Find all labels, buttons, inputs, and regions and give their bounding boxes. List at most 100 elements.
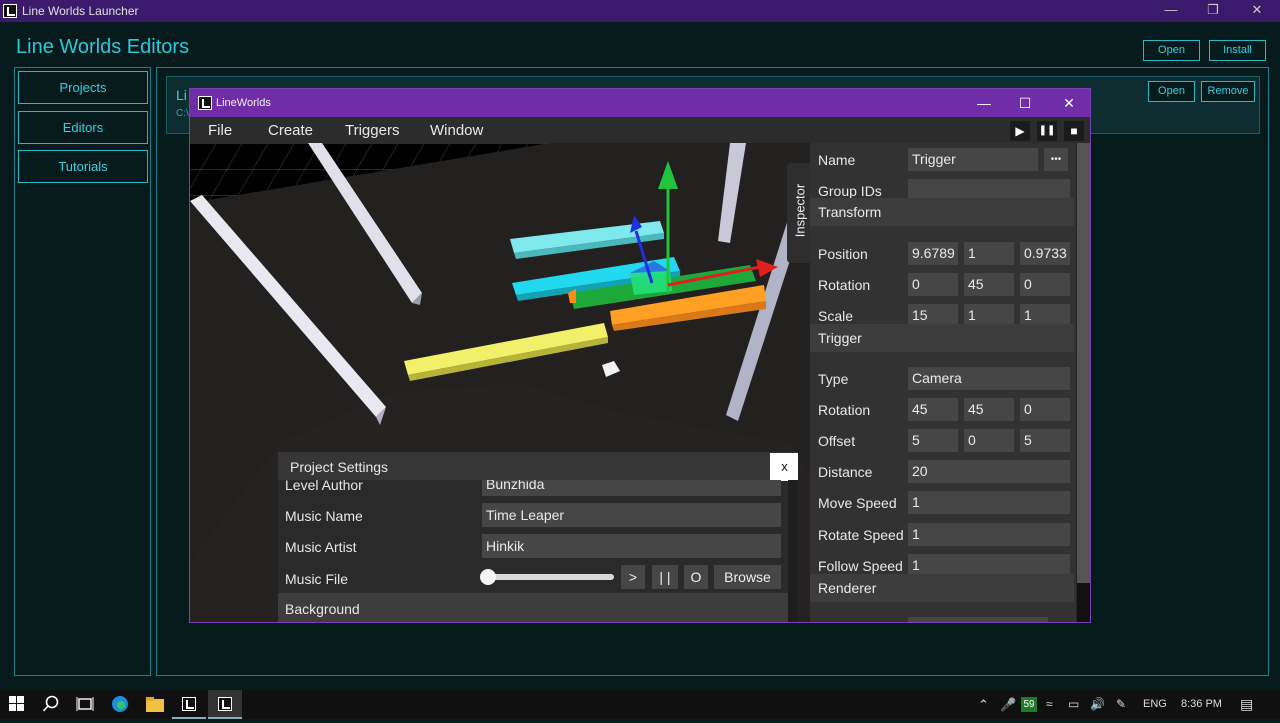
notifications-icon[interactable]: ▤ [1240, 690, 1253, 719]
music-play-button[interactable]: > [621, 565, 645, 589]
clock[interactable]: 8:36 PM [1181, 690, 1222, 719]
inspector-tab[interactable]: Inspector [787, 163, 811, 263]
microphone-icon[interactable]: 🎤 [1000, 690, 1016, 719]
transform-header[interactable]: Transform [810, 198, 1074, 226]
rotation-y-field[interactable]: 45 [964, 273, 1014, 296]
background-label: Background [285, 601, 360, 617]
rotation-x-field[interactable]: 0 [908, 273, 958, 296]
top-open-button[interactable]: Open [1143, 40, 1200, 61]
background-section-header[interactable]: Background [278, 593, 788, 622]
windows-icon [9, 696, 24, 711]
search-icon[interactable] [34, 690, 68, 719]
lineworlds-app-icon [198, 96, 212, 110]
name-more-button[interactable]: ••• [1044, 148, 1068, 171]
trigger-header[interactable]: Trigger [810, 324, 1074, 352]
pause-button[interactable]: ❚❚ [1037, 121, 1057, 141]
pen-icon[interactable]: ✎ [1116, 690, 1126, 719]
volume-icon[interactable]: 🔊 [1090, 690, 1105, 719]
inspector-scrollbar-thumb[interactable] [1077, 143, 1090, 583]
project-settings-header[interactable]: Project Settings x [278, 452, 798, 481]
inspector-tab-label: Inspector [792, 183, 808, 238]
rotation-z-field[interactable]: 0 [1020, 273, 1070, 296]
task-view-icon[interactable] [68, 690, 102, 719]
menu-bar: File Create Triggers Window [190, 117, 1090, 143]
launcher-heading: Line Worlds Editors [16, 36, 190, 58]
rotation-label: Rotation [818, 277, 871, 293]
lineworlds-taskbar-icon[interactable] [208, 690, 242, 719]
rotate-speed-field[interactable]: 1 [908, 523, 1070, 546]
lineworlds-close-button[interactable]: ✕ [1047, 89, 1090, 117]
tray-chevron-icon[interactable]: ⌃ [978, 690, 989, 719]
project-settings-panel: Project Settings x Level Author Bunzhida… [278, 452, 798, 622]
launcher-restore-button[interactable]: ❐ [1190, 0, 1236, 22]
follow-speed-label: Follow Speed [818, 558, 903, 574]
music-name-label: Music Name [285, 508, 363, 524]
music-name-field[interactable]: Time Leaper [482, 503, 781, 527]
position-x-field[interactable]: 9.6789 [908, 242, 958, 265]
nav-tutorials-button[interactable]: Tutorials [18, 150, 148, 183]
distance-field[interactable]: 20 [908, 460, 1070, 483]
battery-icon[interactable]: ▭ [1068, 690, 1079, 719]
music-progress-knob[interactable] [480, 569, 496, 585]
music-stop-button[interactable]: O [684, 565, 708, 589]
renderer-header[interactable]: Renderer [810, 574, 1074, 602]
level-author-field[interactable]: Bunzhida [482, 480, 781, 496]
project-remove-button[interactable]: Remove [1201, 81, 1255, 102]
top-install-button[interactable]: Install [1209, 40, 1266, 61]
file-explorer-icon[interactable] [138, 690, 172, 719]
nav-projects-button[interactable]: Projects [18, 71, 148, 104]
edge-browser-icon[interactable] [103, 690, 137, 719]
move-speed-field[interactable]: 1 [908, 491, 1070, 514]
lineworlds-window: LineWorlds — ☐ ✕ File Create Triggers Wi… [189, 88, 1091, 623]
move-speed-label: Move Speed [818, 495, 897, 511]
offset-x-field[interactable]: 5 [908, 429, 958, 452]
trigger-rotation-x-field[interactable]: 45 [908, 398, 958, 421]
music-pause-button[interactable]: | | [652, 565, 678, 589]
renderer-field[interactable] [908, 617, 1048, 622]
music-progress-track[interactable] [482, 574, 614, 580]
lineworlds-minimize-button[interactable]: — [962, 89, 1006, 117]
project-settings-scrollbar[interactable] [788, 480, 798, 622]
name-field[interactable]: Trigger [908, 148, 1038, 171]
position-z-field[interactable]: 0.9733 [1020, 242, 1070, 265]
trigger-rotation-y-field[interactable]: 45 [964, 398, 1014, 421]
distance-label: Distance [818, 464, 873, 480]
menu-window[interactable]: Window [430, 122, 483, 139]
trigger-rotation-z-field[interactable]: 0 [1020, 398, 1070, 421]
rotate-speed-label: Rotate Speed [818, 527, 904, 543]
project-name: Li [176, 87, 187, 103]
music-browse-button[interactable]: Browse [714, 565, 781, 589]
launcher-titlebar: Line Worlds Launcher — ❐ ✕ [0, 0, 1280, 22]
play-button[interactable]: ▶ [1010, 121, 1030, 141]
project-settings-title: Project Settings [290, 459, 389, 475]
start-button[interactable] [0, 690, 34, 719]
launcher-app-icon [3, 4, 17, 18]
project-open-button[interactable]: Open [1148, 81, 1195, 102]
wifi-icon[interactable]: ≈ [1046, 690, 1053, 719]
music-artist-label: Music Artist [285, 539, 357, 555]
offset-z-field[interactable]: 5 [1020, 429, 1070, 452]
launcher-taskbar-icon[interactable] [172, 690, 206, 719]
project-settings-close-button[interactable]: x [770, 453, 798, 481]
music-artist-field[interactable]: Hinkik [482, 534, 781, 558]
project-path: C:\ [176, 108, 189, 119]
offset-y-field[interactable]: 0 [964, 429, 1014, 452]
position-y-field[interactable]: 1 [964, 242, 1014, 265]
nav-editors-button[interactable]: Editors [18, 111, 148, 144]
lineworlds-maximize-button[interactable]: ☐ [1003, 89, 1047, 117]
type-select[interactable]: Camera [908, 367, 1070, 390]
menu-create[interactable]: Create [268, 122, 313, 139]
menu-triggers[interactable]: Triggers [345, 122, 399, 139]
level-author-label: Level Author [285, 480, 363, 493]
type-label: Type [818, 371, 849, 387]
inspector-panel: Name Trigger ••• Group IDs Transform Pos… [810, 143, 1076, 622]
name-label: Name [818, 152, 856, 168]
language-indicator[interactable]: ENG [1143, 690, 1167, 719]
stop-button[interactable]: ■ [1064, 121, 1084, 141]
menu-file[interactable]: File [208, 122, 232, 139]
launcher-minimize-button[interactable]: — [1148, 0, 1194, 22]
tray-badge[interactable]: 59 [1021, 697, 1037, 712]
launcher-close-button[interactable]: ✕ [1234, 0, 1280, 22]
position-label: Position [818, 246, 868, 262]
project-settings-body: Level Author Bunzhida Music Name Time Le… [278, 480, 788, 622]
